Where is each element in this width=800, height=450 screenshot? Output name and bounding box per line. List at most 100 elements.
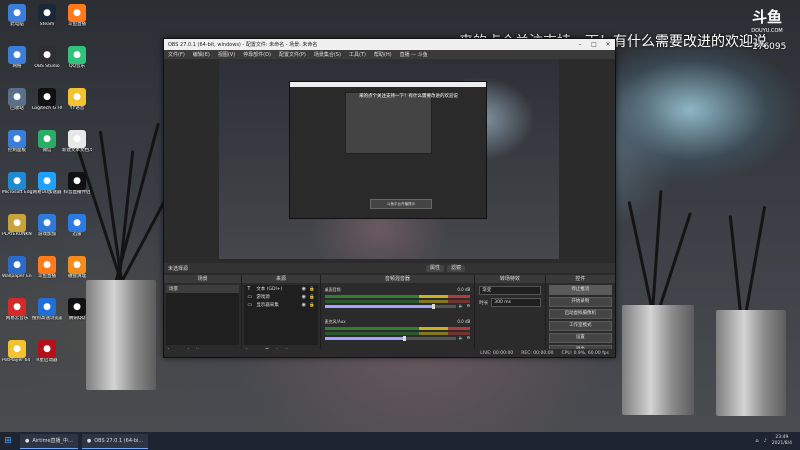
desktop-shortcut[interactable]: ●Logitech G HUB xyxy=(32,88,62,122)
start-recording-button[interactable]: 开始录制 xyxy=(548,297,612,307)
desktop-shortcut[interactable]: ●Wallpaper Engine xyxy=(2,256,32,290)
desktop-shortcut-label: 抖音直播伴侣 xyxy=(63,190,91,195)
eye-icon[interactable]: ◉ xyxy=(302,294,306,300)
volume-slider[interactable] xyxy=(324,304,456,309)
source-type-icon: ▭ xyxy=(247,302,253,308)
obs-preview[interactable]: 斗鱼平台开播提示 来的点个关注支持一下！有什么需要改进的欢迎说 xyxy=(219,59,559,259)
source-label: 游戏源 xyxy=(256,295,270,300)
duration-input[interactable]: 300 ms xyxy=(491,298,541,307)
desktop-shortcut[interactable]: ● 抖音直播伴侣 xyxy=(62,172,92,206)
source-item[interactable]: T 文本 (GDI+) ◉ 🔒 xyxy=(244,285,317,293)
airtime-icon: ● xyxy=(25,437,30,444)
desktop-shortcut[interactable]: ● 网易UU加速器 xyxy=(32,172,62,206)
transitions-dock: 转场特效 渐变 时长 300 ms xyxy=(475,275,546,357)
obs-menubar: 文件(F) 编辑(E) 视图(V) 停靠部件(D) 配置文件(P) 场景集合(S) 工具(T… xyxy=(164,50,615,59)
settings-button[interactable]: 设置 xyxy=(548,333,612,343)
desktop-shortcut[interactable]: ● 搜狗高速浏览器 xyxy=(32,298,62,332)
desktop-shortcut[interactable]: ● 此电脑 xyxy=(2,4,32,38)
properties-button[interactable]: 属性 xyxy=(425,264,444,272)
desktop-shortcut-label: 回收站 xyxy=(10,106,24,111)
speaker-icon[interactable]: 🔈 xyxy=(459,335,464,340)
speaker-icon[interactable]: 🔈 xyxy=(459,303,464,308)
pubg-icon: ● xyxy=(8,214,26,232)
desktop-shortcut[interactable]: ● YY语音 xyxy=(62,88,92,122)
desktop-shortcut[interactable]: ●新建文本文档.txt xyxy=(62,130,92,164)
menu-item[interactable]: 场景集合(S) xyxy=(310,51,345,58)
minimize-icon[interactable]: – xyxy=(573,41,587,48)
menu-item[interactable]: 文件(F) xyxy=(164,51,189,58)
clock[interactable]: 23:49 2021/8/4 xyxy=(772,435,792,447)
desktop-shortcut[interactable]: ●PLAYERUNKNOWN'S BATTLEGR... xyxy=(2,214,32,248)
desktop-shortcut[interactable]: ● 磁盘清理 xyxy=(62,256,92,290)
menu-item[interactable]: 直播 — 斗鱼 xyxy=(396,51,432,58)
desktop-shortcut[interactable]: ● 控制面板 xyxy=(2,130,32,164)
maximize-icon[interactable]: □ xyxy=(587,41,601,48)
desktop-shortcut-label: 网络 xyxy=(12,64,22,69)
filters-button[interactable]: 滤镜 xyxy=(446,264,465,272)
desktop-shortcut[interactable]: ● 斗鱼直播 xyxy=(62,4,92,38)
source-item[interactable]: ▭ 显示器采集 ◉ 🔒 xyxy=(244,301,317,309)
desktop-shortcut[interactable]: ● QQ音乐 xyxy=(62,46,92,80)
desktop-shortcut-label: 微信 xyxy=(42,148,52,153)
desktop-shortcut[interactable]: ● OBS Studio xyxy=(32,46,62,80)
desktop-shortcut-label: PLAYERUNKNOWN'S BATTLEGR... xyxy=(2,232,32,237)
stop-streaming-button[interactable]: 停止推流 xyxy=(548,285,612,295)
desktop-shortcut-label: 此电脑 xyxy=(10,22,24,27)
recycle-bin-icon: ● xyxy=(8,88,26,106)
transition-select[interactable]: 渐变 xyxy=(479,286,541,295)
desktop-shortcut[interactable]: ● Microsoft Edge xyxy=(2,172,32,206)
source-item[interactable]: ▭ 游戏源 ◉ 🔒 xyxy=(244,293,317,301)
menu-item[interactable]: 帮助(H) xyxy=(370,51,396,58)
desktop-shortcut[interactable]: ● R星启动器 xyxy=(32,340,62,374)
desktop-shortcut[interactable]: ●PotPlayer 64 bit xyxy=(2,340,32,374)
steam-icon: ● xyxy=(38,4,56,22)
desktop-shortcut[interactable]: ● 回收站 xyxy=(2,88,32,122)
obs-icon: ● xyxy=(86,437,92,444)
netease-music-icon: ● xyxy=(8,298,26,316)
desktop-shortcut[interactable]: ● 迅雷 xyxy=(62,214,92,248)
volume-icon[interactable]: ♪ xyxy=(764,438,767,444)
eye-icon[interactable]: ◉ xyxy=(302,302,306,308)
desktop-icon-grid: ● 此电脑 ● Steam ● 斗鱼直播 ● 网络 ● OBS Studio ● QQ音乐 ● 回收站 ● L… xyxy=(0,0,95,432)
rockstar-icon: ● xyxy=(38,340,56,358)
eye-icon[interactable]: ◉ xyxy=(302,286,306,292)
close-icon[interactable]: ✕ xyxy=(601,41,615,48)
track-name: 桌面音频 xyxy=(324,287,341,292)
desktop-shortcut[interactable]: ● 网络 xyxy=(2,46,32,80)
track-db: 0.0 dB xyxy=(457,319,471,324)
desktop-shortcut-label: 网易UU加速器 xyxy=(32,190,62,195)
gear-icon[interactable]: ⚙ xyxy=(467,335,471,340)
desktop-shortcut-label: Microsoft Edge xyxy=(2,190,32,195)
menu-item[interactable]: 视图(V) xyxy=(214,51,239,58)
controls-dock-title: 控件 xyxy=(545,275,615,283)
lock-icon[interactable]: 🔒 xyxy=(309,287,315,292)
obs-window[interactable]: OBS 27.0.1 (64-bit, windows) - 配置文件: 未命名… xyxy=(163,38,616,358)
desktop-shortcut[interactable]: ● 网易云音乐 xyxy=(2,298,32,332)
taskbar-task[interactable]: ● Airtime直播_中... xyxy=(20,433,78,449)
desktop-shortcut[interactable]: ● 游戏加加 xyxy=(32,214,62,248)
network-icon[interactable]: ⌂ xyxy=(755,438,758,444)
desktop-shortcut[interactable]: ● 微信 xyxy=(32,130,62,164)
desktop-shortcut[interactable]: ● Steam xyxy=(32,4,62,38)
gear-icon[interactable]: ⚙ xyxy=(467,303,471,308)
lock-icon[interactable]: 🔒 xyxy=(309,303,315,308)
volume-slider[interactable] xyxy=(324,336,456,341)
taskbar: ⊞ ● Airtime直播_中... ● OBS 27.0.1 (64-bi... ⌂… xyxy=(0,432,800,450)
scene-item[interactable]: 场景 xyxy=(166,285,240,293)
volume-meter xyxy=(324,327,471,330)
start-virtual-camera-button[interactable]: 启动虚拟摄像机 xyxy=(548,309,612,319)
cpu-status: CPU: 0.9%, 60.00 fps xyxy=(561,350,610,356)
lock-icon[interactable]: 🔒 xyxy=(309,295,315,300)
menu-item[interactable]: 工具(T) xyxy=(345,51,370,58)
desktop-shortcut[interactable]: ● 腾讯QQ xyxy=(62,298,92,332)
menu-item[interactable]: 配置文件(P) xyxy=(275,51,310,58)
windows-start-icon[interactable]: ⊞ xyxy=(0,432,16,450)
studio-mode-button[interactable]: 工作室模式 xyxy=(548,321,612,331)
menu-item[interactable]: 停靠部件(D) xyxy=(239,51,275,58)
menu-item[interactable]: 编辑(E) xyxy=(189,51,214,58)
taskbar-task[interactable]: ● OBS 27.0.1 (64-bi... xyxy=(81,433,149,449)
obs-titlebar[interactable]: OBS 27.0.1 (64-bit, windows) - 配置文件: 未命名… xyxy=(164,39,615,50)
obs-icon: ● xyxy=(38,46,56,64)
task-label: OBS 27.0.1 (64-bi... xyxy=(94,437,144,444)
desktop-shortcut[interactable]: ● 斗鱼直播 xyxy=(32,256,62,290)
